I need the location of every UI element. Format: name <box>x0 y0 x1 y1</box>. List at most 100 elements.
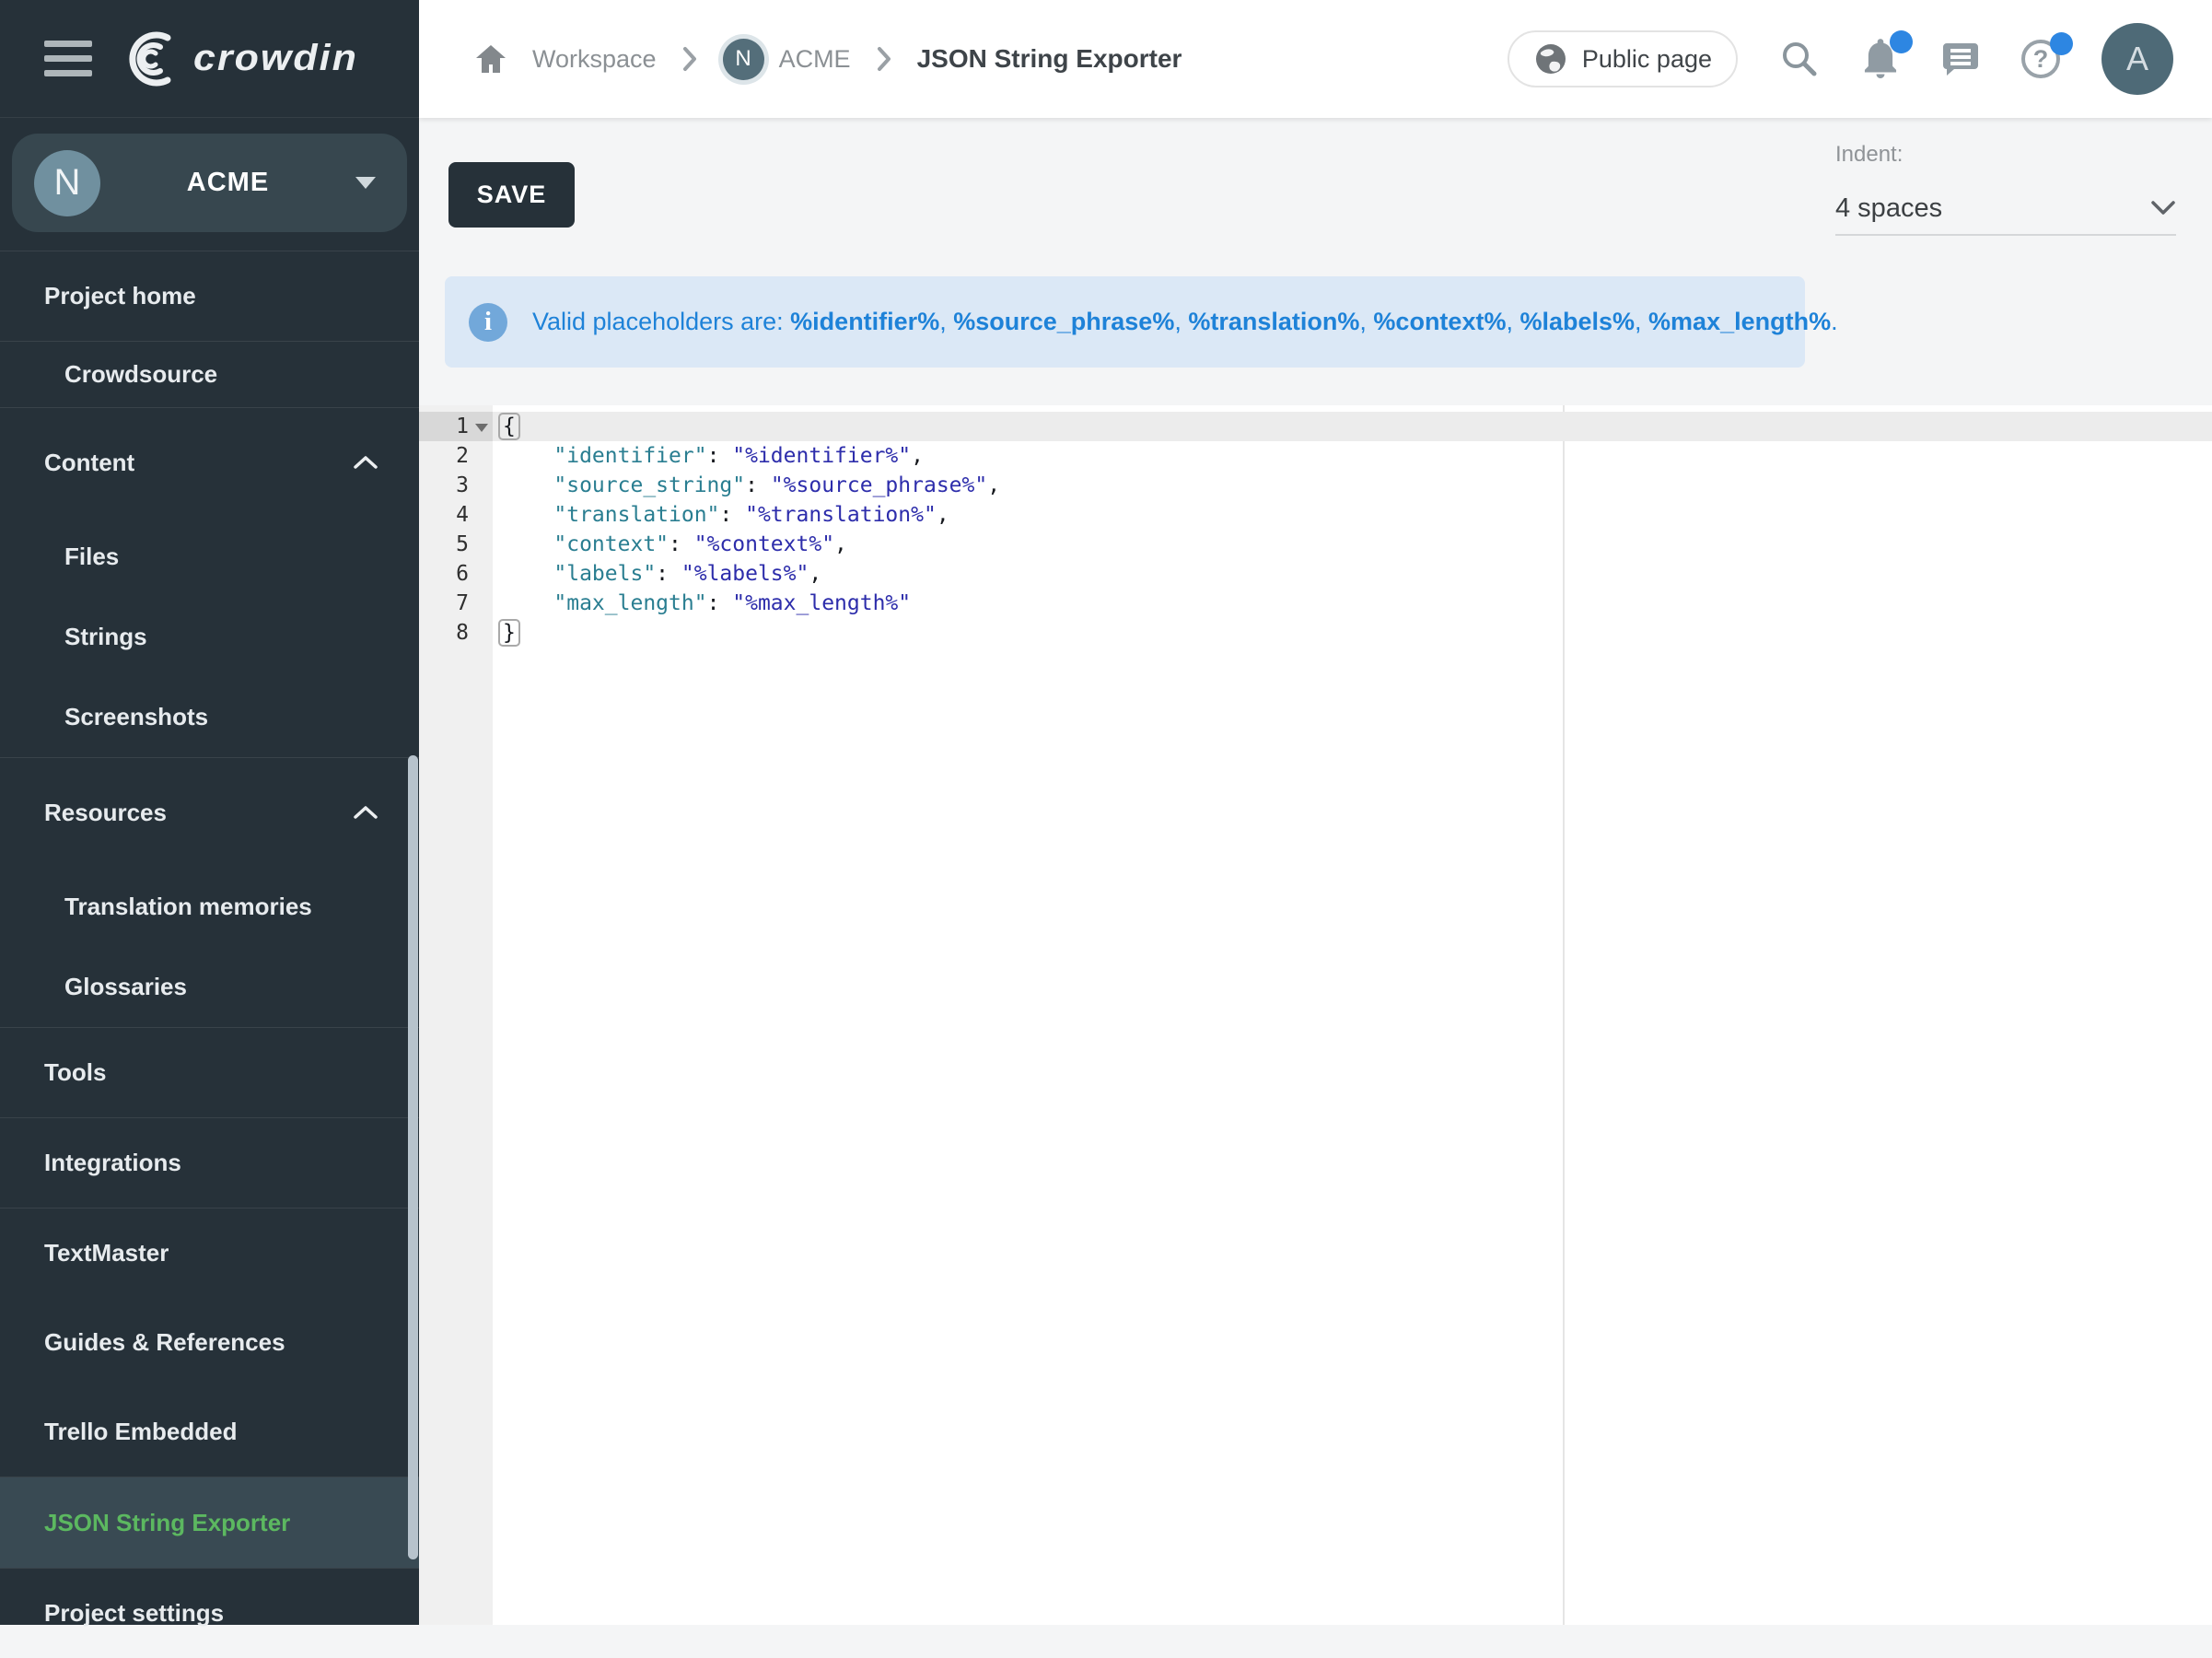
user-avatar[interactable]: A <box>2101 23 2173 95</box>
chevron-down-icon <box>2150 200 2176 216</box>
code-token-key: "context" <box>553 532 669 556</box>
sidebar-item-integrations[interactable]: Integrations <box>0 1118 419 1208</box>
sidebar-item-glossaries[interactable]: Glossaries <box>0 947 419 1027</box>
gutter-line-number: 6 <box>419 559 493 589</box>
indent-control: Indent: 4 spaces <box>1835 142 2176 236</box>
code-token-pun: : <box>745 473 771 497</box>
sidebar-item-content[interactable]: Content <box>0 408 419 517</box>
notifications-bell-icon[interactable] <box>1861 38 1900 80</box>
sidebar-item-guides-references[interactable]: Guides & References <box>0 1298 419 1387</box>
breadcrumb: Workspace N ACME JSON String Exporter <box>474 39 1182 80</box>
code-token-pun: : <box>656 562 681 586</box>
header-actions: Public page ? A <box>1508 23 2173 95</box>
menu-icon[interactable] <box>44 41 92 76</box>
crowdin-logo[interactable]: crowdin <box>125 29 358 89</box>
sidebar-item-project-settings[interactable]: Project settings <box>0 1569 419 1658</box>
code-token-val: "%identifier%" <box>732 444 911 468</box>
code-token-pun: , <box>937 503 949 527</box>
code-line[interactable]: } <box>493 618 2212 648</box>
sidebar-item-label: JSON String Exporter <box>44 1509 290 1537</box>
sidebar-item-json-string-exporter[interactable]: JSON String Exporter <box>0 1477 419 1568</box>
sidebar-item-label: Strings <box>64 623 147 651</box>
sidebar-header: crowdin <box>0 0 419 118</box>
sidebar-item-label: Translation memories <box>64 893 312 921</box>
sidebar-scrollbar[interactable] <box>408 755 418 1559</box>
code-line[interactable]: "source_string": "%source_phrase%", <box>493 471 2212 500</box>
sidebar: crowdin N ACME Project homeCrowdsource Co… <box>0 0 419 1625</box>
code-token-val: "%translation%" <box>745 503 937 527</box>
sidebar-item-textmaster[interactable]: TextMaster <box>0 1208 419 1298</box>
sidebar-item-files[interactable]: Files <box>0 517 419 597</box>
fold-caret-icon[interactable] <box>475 424 488 432</box>
sidebar-item-label: Tools <box>44 1058 106 1087</box>
code-token-val: "%context%" <box>694 532 834 556</box>
code-token-key: "translation" <box>553 503 719 527</box>
page-title: JSON String Exporter <box>917 44 1182 74</box>
code-token-pun: , <box>834 532 847 556</box>
chevron-up-icon <box>353 455 378 470</box>
help-icon[interactable]: ? <box>2021 40 2060 78</box>
code-line[interactable]: { <box>493 412 2212 441</box>
notifications-badge <box>1890 30 1913 53</box>
code-line[interactable]: "context": "%context%", <box>493 530 2212 559</box>
code-token-ws <box>503 532 553 556</box>
public-page-label: Public page <box>1582 45 1712 74</box>
chevron-down-icon <box>355 177 376 189</box>
sidebar-item-label: Project settings <box>44 1599 224 1628</box>
code-line[interactable]: "labels": "%labels%", <box>493 559 2212 589</box>
code-token-pun: , <box>987 473 1000 497</box>
crowdin-logo-icon <box>125 29 184 89</box>
gutter-line-number: 3 <box>419 471 493 500</box>
sidebar-item-tools[interactable]: Tools <box>0 1028 419 1117</box>
code-token-ws <box>503 444 553 468</box>
chevron-right-icon <box>876 45 892 73</box>
code-token-ws <box>503 562 553 586</box>
sidebar-item-trello-embedded[interactable]: Trello Embedded <box>0 1387 419 1477</box>
breadcrumb-project[interactable]: N ACME <box>723 39 851 80</box>
sidebar-item-translation-memories[interactable]: Translation memories <box>0 867 419 947</box>
code-token-pun: : <box>707 591 733 615</box>
code-line[interactable]: "identifier": "%identifier%", <box>493 441 2212 471</box>
code-token-val: "%source_phrase%" <box>771 473 987 497</box>
gutter-line-number: 4 <box>419 500 493 530</box>
chevron-up-icon <box>353 805 378 820</box>
public-page-button[interactable]: Public page <box>1508 30 1738 88</box>
breadcrumb-workspace[interactable]: Workspace <box>532 45 657 74</box>
home-icon[interactable] <box>474 43 507 75</box>
code-line[interactable]: "translation": "%translation%", <box>493 500 2212 530</box>
gutter-line-number: 5 <box>419 530 493 559</box>
workspace-selector[interactable]: N ACME <box>12 134 407 232</box>
editor-code-area[interactable]: { "identifier": "%identifier%", "source_… <box>493 405 2212 1625</box>
code-line[interactable]: "max_length": "%max_length%" <box>493 589 2212 618</box>
code-token-val: "%max_length%" <box>732 591 911 615</box>
help-badge <box>2050 32 2073 55</box>
code-token-pun: : <box>707 444 733 468</box>
main-content: SAVE Indent: 4 spaces i Valid placeholde… <box>419 118 2212 1625</box>
sidebar-item-strings[interactable]: Strings <box>0 597 419 677</box>
sidebar-item-resources[interactable]: Resources <box>0 758 419 867</box>
indent-select[interactable]: 4 spaces <box>1835 182 2176 236</box>
sidebar-item-label: Files <box>64 543 119 571</box>
messages-icon[interactable] <box>1941 40 1980 78</box>
search-icon[interactable] <box>1779 39 1820 79</box>
sidebar-item-screenshots[interactable]: Screenshots <box>0 677 419 757</box>
code-token-val: "%labels%" <box>681 562 809 586</box>
topbar: Workspace N ACME JSON String Exporter Pu… <box>419 0 2212 118</box>
code-token-key: "identifier" <box>553 444 706 468</box>
editor-gutter: 12345678 <box>419 405 493 1625</box>
sidebar-item-label: Content <box>44 449 134 477</box>
code-token-ws <box>503 591 553 615</box>
sidebar-item-project-home[interactable]: Project home <box>0 251 419 341</box>
sidebar-item-label: TextMaster <box>44 1239 169 1267</box>
sidebar-item-crowdsource[interactable]: Crowdsource <box>0 342 419 407</box>
save-button[interactable]: SAVE <box>448 162 575 228</box>
app-root: crowdin N ACME Project homeCrowdsource Co… <box>0 0 2212 1625</box>
sidebar-item-label: Trello Embedded <box>44 1418 238 1446</box>
indent-label: Indent: <box>1835 142 2176 168</box>
sidebar-item-label: Integrations <box>44 1149 181 1177</box>
code-token-ws <box>503 473 553 497</box>
indent-selected-value: 4 spaces <box>1835 193 1942 224</box>
code-editor[interactable]: 12345678 { "identifier": "%identifier%",… <box>419 405 2212 1625</box>
code-token-brace: } <box>503 621 516 645</box>
project-avatar: N <box>723 39 764 80</box>
